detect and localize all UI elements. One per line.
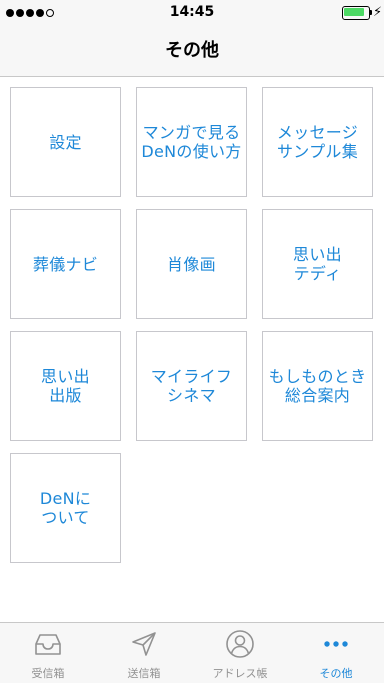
- page-title: その他: [165, 40, 219, 61]
- contact-icon: [226, 630, 254, 658]
- tab-bar: 受信箱 送信箱 アドレス帳 その他: [0, 622, 384, 683]
- tab-inbox[interactable]: 受信箱: [0, 623, 96, 683]
- tile-memory-publishing[interactable]: 思い出 出版: [10, 331, 121, 441]
- tile-manga-guide[interactable]: マンガで見る DeNの使い方: [136, 87, 247, 197]
- tab-other[interactable]: その他: [288, 623, 384, 683]
- tile-about-den[interactable]: DeNに ついて: [10, 453, 121, 563]
- battery-icon: ⚡: [342, 5, 382, 20]
- tile-mylife-cinema[interactable]: マイライフ シネマ: [136, 331, 247, 441]
- tile-message-samples[interactable]: メッセージ サンプル集: [262, 87, 373, 197]
- tile-label: 思い出 テディ: [293, 245, 342, 283]
- tab-label: 受信箱: [31, 667, 65, 680]
- send-icon: [132, 632, 156, 656]
- tile-label: 思い出 出版: [41, 367, 90, 405]
- tile-label: 葬儀ナビ: [32, 254, 99, 274]
- tile-settings[interactable]: 設定: [10, 87, 121, 197]
- tile-label: DeNに ついて: [39, 489, 92, 527]
- tab-label: アドレス帳: [212, 667, 268, 680]
- tab-outbox[interactable]: 送信箱: [96, 623, 192, 683]
- navigation-bar: その他: [0, 26, 384, 77]
- tile-label: メッセージ サンプル集: [276, 123, 359, 161]
- tile-label: 設定: [49, 132, 82, 152]
- tab-label: 送信箱: [127, 667, 161, 680]
- more-icon: [324, 641, 348, 647]
- tile-label: 肖像画: [167, 254, 216, 274]
- tab-label: その他: [319, 667, 353, 680]
- tile-portrait[interactable]: 肖像画: [136, 209, 247, 319]
- charging-bolt-icon: ⚡: [373, 5, 383, 20]
- inbox-icon: [35, 634, 61, 655]
- tile-memory-teddy[interactable]: 思い出 テディ: [262, 209, 373, 319]
- tile-label: マイライフ シネマ: [150, 367, 233, 405]
- tile-emergency-guide[interactable]: もしものとき 総合案内: [262, 331, 373, 441]
- status-time: 14:45: [169, 4, 215, 20]
- tile-label: もしものとき 総合案内: [268, 367, 367, 405]
- status-bar: 14:45 ⚡: [0, 0, 384, 26]
- tile-label: マンガで見る DeNの使い方: [141, 123, 242, 161]
- tab-address-book[interactable]: アドレス帳: [192, 623, 288, 683]
- tile-funeral-navi[interactable]: 葬儀ナビ: [10, 209, 121, 319]
